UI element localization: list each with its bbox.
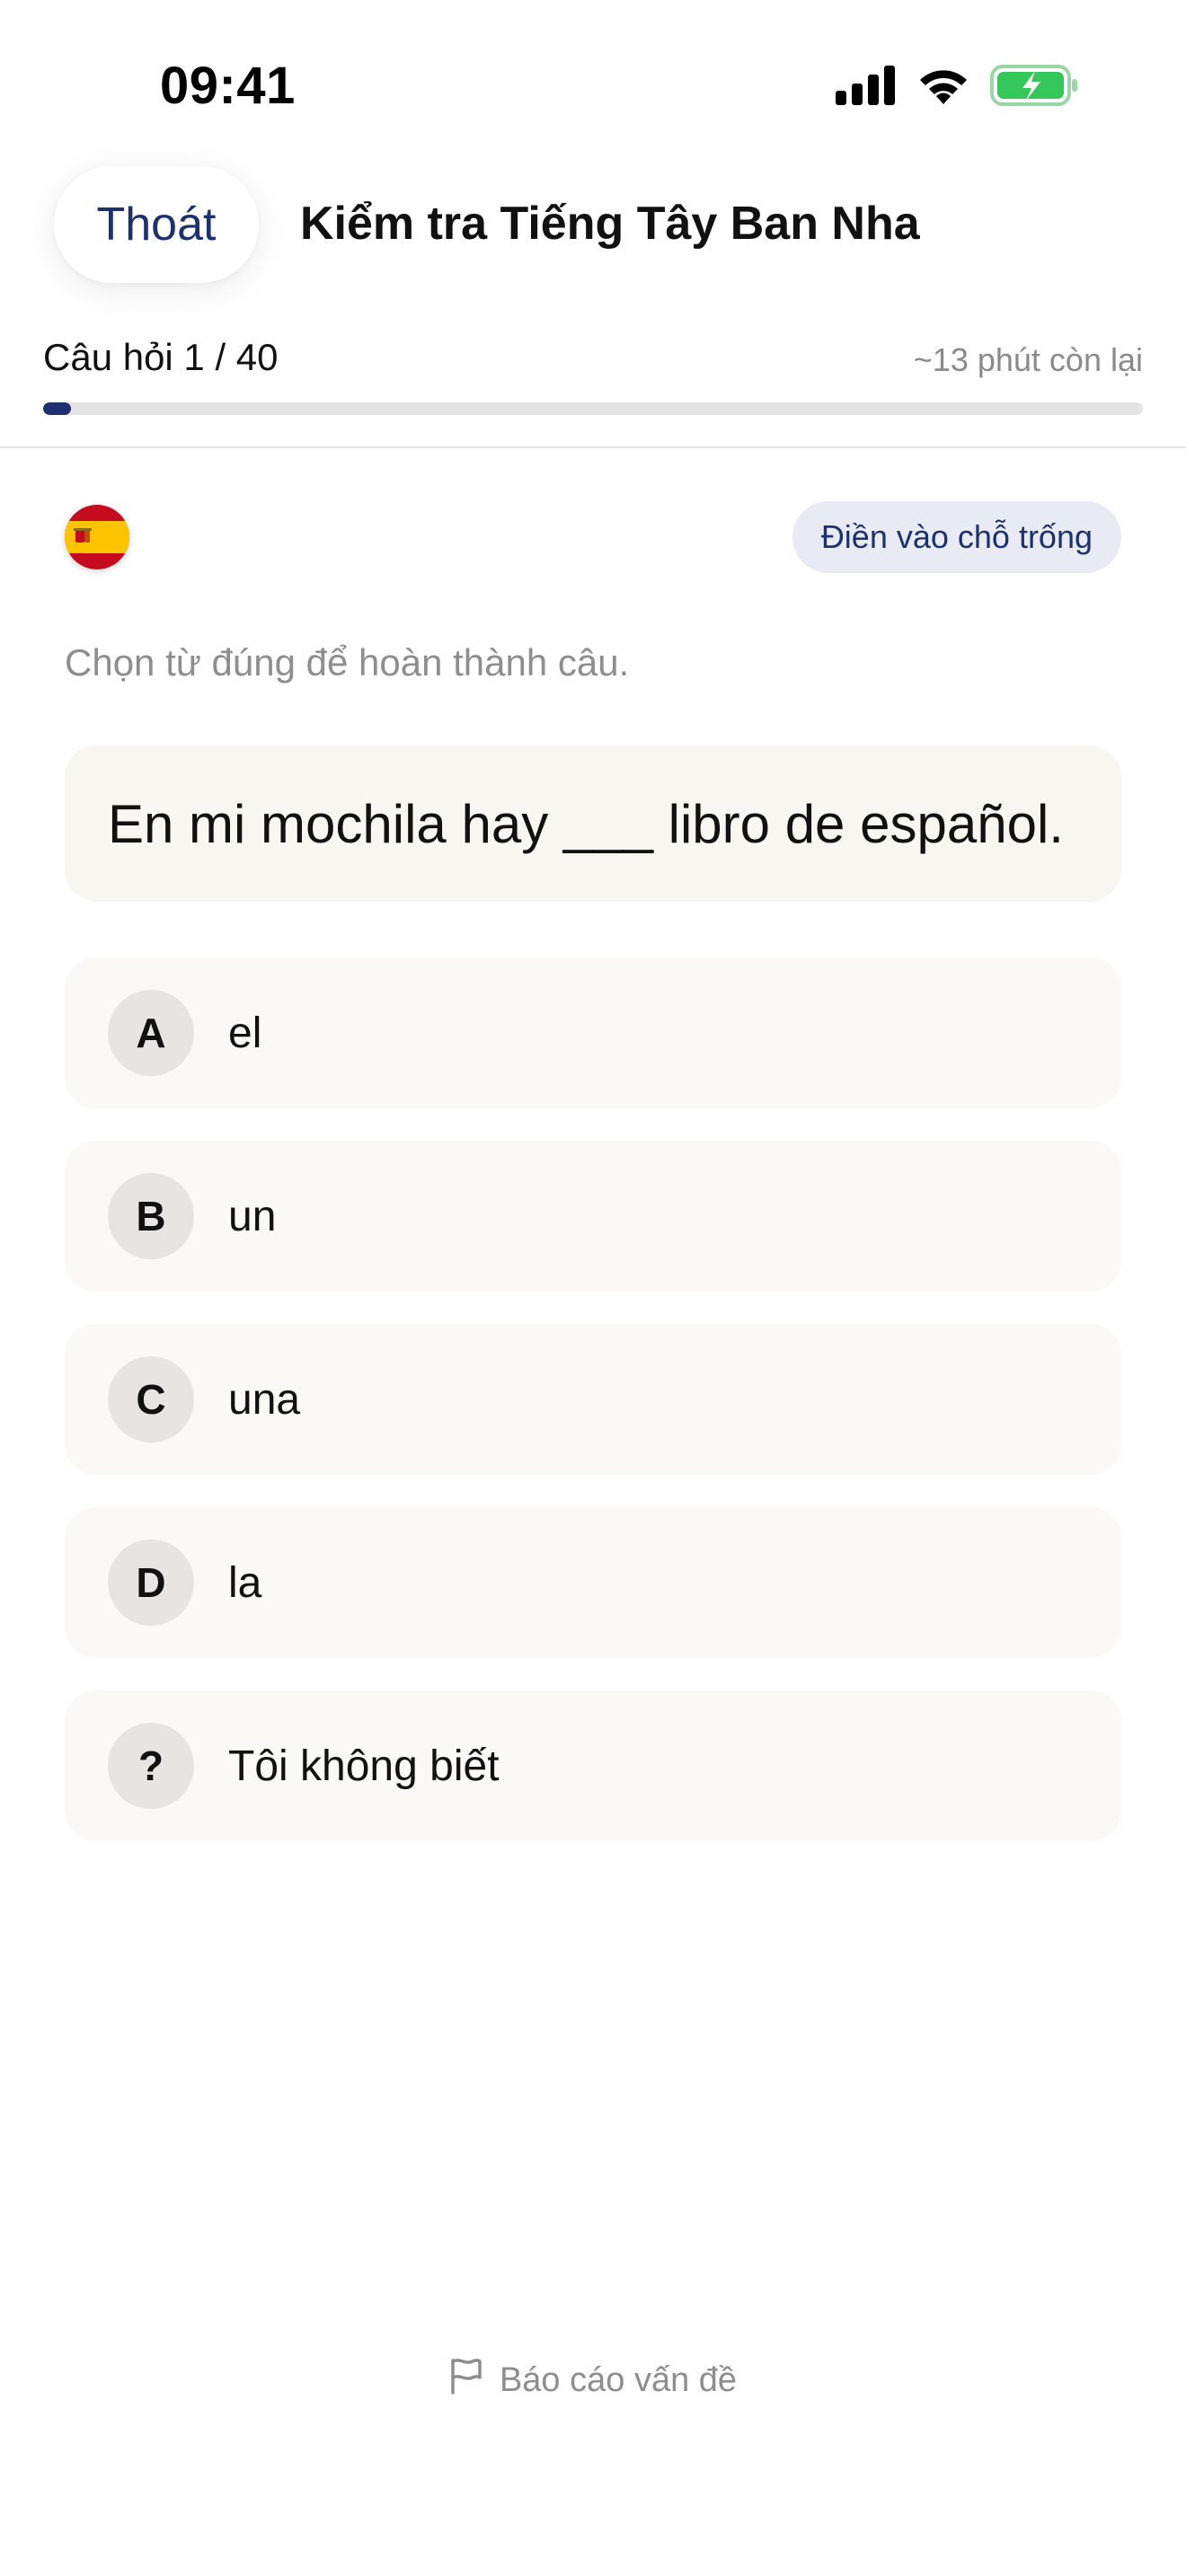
- option-letter-badge: A: [108, 990, 194, 1076]
- question-instruction: Chọn từ đúng để hoàn thành câu.: [65, 641, 630, 684]
- signal-icon: [836, 65, 897, 110]
- page-title: Kiểm tra Tiếng Tây Ban Nha: [300, 198, 920, 250]
- option-label: una: [228, 1375, 301, 1424]
- status-bar: 09:41: [0, 0, 1186, 171]
- option-label: el: [228, 1009, 262, 1057]
- option-letter-badge: B: [108, 1173, 194, 1259]
- status-icons: [836, 64, 1078, 111]
- option-letter-badge: C: [108, 1356, 194, 1442]
- option-b[interactable]: B un: [65, 1141, 1121, 1292]
- option-label: la: [228, 1558, 262, 1607]
- progress-bar: [43, 402, 1143, 415]
- divider: [0, 446, 1186, 448]
- sentence-card: En mi mochila hay ___ libro de español.: [65, 745, 1121, 902]
- question-sentence: En mi mochila hay ___ libro de español.: [108, 793, 1064, 854]
- option-dont-know[interactable]: ? Tôi không biết: [65, 1690, 1121, 1841]
- option-d[interactable]: D la: [65, 1507, 1121, 1658]
- question-mark-icon: ?: [108, 1723, 194, 1809]
- progress-fill: [43, 402, 71, 415]
- option-letter-badge: D: [108, 1539, 194, 1626]
- option-c[interactable]: C una: [65, 1324, 1121, 1475]
- header: Thoát Kiểm tra Tiếng Tây Ban Nha: [0, 166, 1186, 287]
- report-label: Báo cáo vấn đề: [499, 2360, 738, 2399]
- exit-button[interactable]: Thoát: [54, 166, 259, 283]
- option-a[interactable]: A el: [65, 957, 1121, 1108]
- question-counter: Câu hỏi 1 / 40: [43, 336, 279, 378]
- spain-flag-icon: [65, 505, 129, 569]
- question-type-badge: Điền vào chỗ trống: [792, 501, 1121, 573]
- option-label: un: [228, 1192, 277, 1240]
- wifi-icon: [916, 65, 970, 110]
- time-remaining: ~13 phút còn lại: [913, 341, 1143, 378]
- status-time: 09:41: [160, 57, 296, 115]
- report-problem-button[interactable]: Báo cáo vấn đề: [0, 2357, 1186, 2404]
- flag-icon: [449, 2357, 483, 2404]
- battery-charging-icon: [990, 64, 1078, 111]
- option-label: Tôi không biết: [228, 1742, 500, 1790]
